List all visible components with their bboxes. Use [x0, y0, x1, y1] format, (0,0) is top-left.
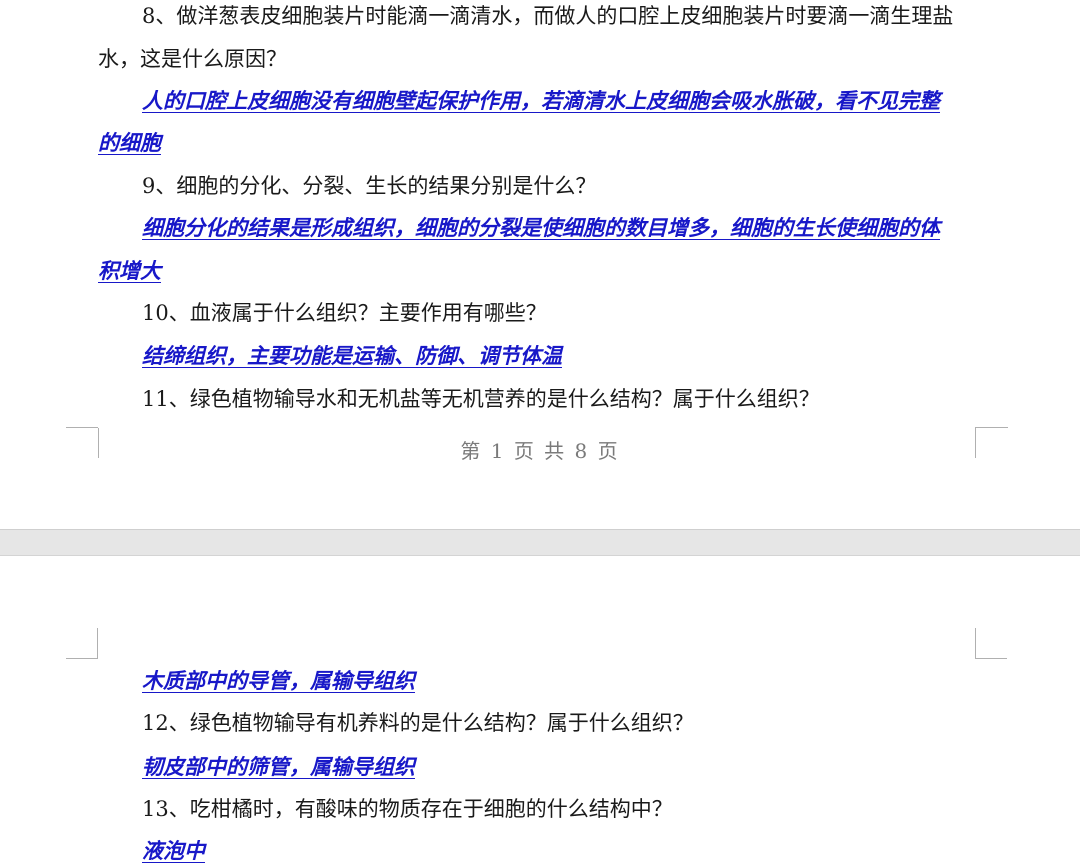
answer-8-line-1: 人的口腔上皮细胞没有细胞壁起保护作用，若滴清水上皮细胞会吸水胀破，看不见完整 — [142, 88, 940, 113]
answer-9-line-1: 细胞分化的结果是形成组织，细胞的分裂是使细胞的数目增多，细胞的生长使细胞的体 — [142, 215, 940, 240]
question-13: 13、吃柑橘时，有酸味的物质存在于细胞的什么结构中？ — [142, 797, 673, 821]
margin-mark-top-left — [66, 628, 98, 659]
question-10: 10、血液属于什么组织？主要作用有哪些？ — [142, 301, 547, 325]
answer-11: 木质部中的导管，属输导组织 — [142, 668, 415, 693]
question-11: 11、绿色植物输导水和无机盐等无机营养的是什么结构？属于什么组织？ — [142, 387, 820, 411]
question-8-line-2: 水，这是什么原因？ — [98, 47, 287, 71]
document-page-2: 木质部中的导管，属输导组织 12、绿色植物输导有机养料的是什么结构？属于什么组织… — [0, 555, 1080, 867]
document-page-1: 8、做洋葱表皮细胞装片时能滴一滴清水，而做人的口腔上皮细胞装片时要滴一滴生理盐 … — [0, 0, 1080, 530]
answer-13: 液泡中 — [142, 838, 205, 863]
question-8-line-1: 8、做洋葱表皮细胞装片时能滴一滴清水，而做人的口腔上皮细胞装片时要滴一滴生理盐 — [142, 4, 954, 28]
answer-8-line-2: 的细胞 — [98, 130, 161, 155]
margin-mark-top-right — [975, 628, 1007, 659]
margin-mark-bottom-left-h — [66, 427, 98, 428]
answer-12: 韧皮部中的筛管，属输导组织 — [142, 754, 415, 779]
question-12: 12、绿色植物输导有机养料的是什么结构？属于什么组织？ — [142, 711, 694, 735]
answer-10: 结缔组织，主要功能是运输、防御、调节体温 — [142, 343, 562, 368]
page-footer: 第 1 页 共 8 页 — [460, 439, 620, 463]
question-9: 9、细胞的分化、分裂、生长的结果分别是什么？ — [142, 174, 597, 198]
answer-9-line-2: 积增大 — [98, 258, 161, 283]
